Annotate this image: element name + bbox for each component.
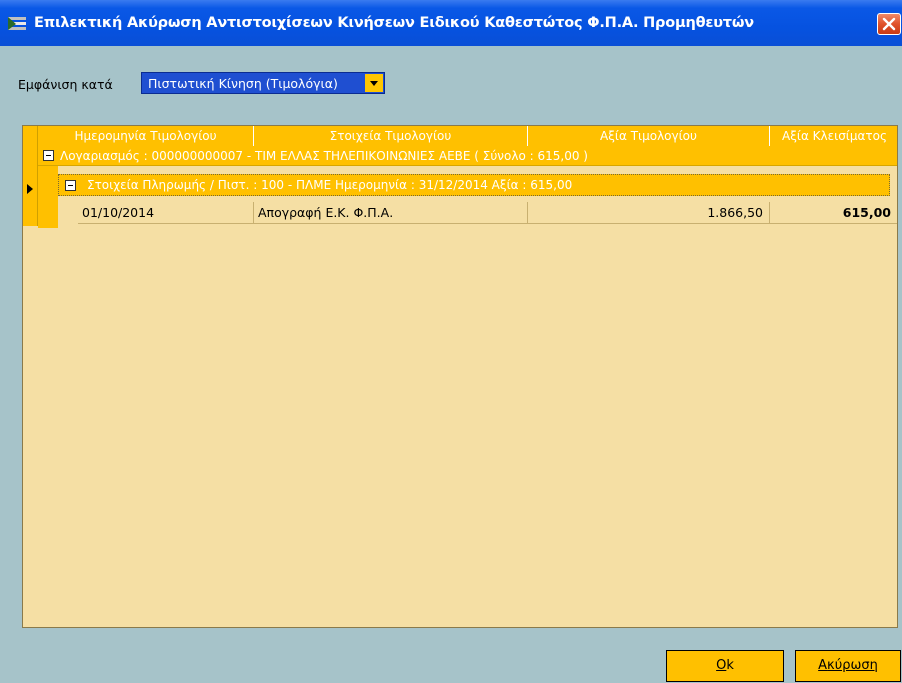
invoice-grid[interactable]: Ημερομηνία Τιμολογίου Στοιχεία Τιμολογίο… xyxy=(22,125,898,628)
column-header-closing-value[interactable]: Αξία Κλεισίματος xyxy=(770,126,897,146)
account-group-row[interactable]: Λογαριασμός : 000000000007 - ΤΙΜ ΕΛΛΑΣ Τ… xyxy=(38,146,897,166)
collapse-icon[interactable] xyxy=(43,150,54,161)
app-icon xyxy=(8,16,28,32)
window-title: Επιλεκτική Ακύρωση Αντιστοιχίσεων Κινήσε… xyxy=(34,15,754,31)
table-row[interactable]: 01/10/2014 Απογραφή Ε.Κ. Φ.Π.Α. 1.866,50… xyxy=(78,202,897,224)
row-indicator-column xyxy=(23,126,38,226)
ok-label: k xyxy=(726,658,734,673)
dialog-window: Επιλεκτική Ακύρωση Αντιστοιχίσεων Κινήσε… xyxy=(0,0,902,683)
ok-button[interactable]: Ok xyxy=(666,650,784,682)
title-bar: Επιλεκτική Ακύρωση Αντιστοιχίσεων Κινήσε… xyxy=(0,0,902,46)
cancel-label: κύρωση xyxy=(827,658,878,673)
group-indent xyxy=(38,166,58,228)
close-icon xyxy=(882,17,896,31)
view-by-value: Πιστωτική Κίνηση (Τιμολόγια) xyxy=(148,76,338,91)
collapse-icon[interactable] xyxy=(65,180,76,191)
close-button[interactable] xyxy=(877,13,901,35)
cell-invoice-date[interactable]: 01/10/2014 xyxy=(78,202,254,224)
ok-accelerator: O xyxy=(716,658,727,673)
cell-invoice-details[interactable]: Απογραφή Ε.Κ. Φ.Π.Α. xyxy=(254,202,528,224)
cancel-accelerator: Α xyxy=(818,658,828,673)
current-row-arrow-icon xyxy=(27,184,33,194)
view-by-select[interactable]: Πιστωτική Κίνηση (Τιμολόγια) xyxy=(141,72,385,94)
cancel-button[interactable]: Ακύρωση xyxy=(795,650,901,682)
column-header-invoice-date[interactable]: Ημερομηνία Τιμολογίου xyxy=(38,126,254,146)
cell-invoice-value[interactable]: 1.866,50 xyxy=(528,202,770,224)
view-by-label: Εμφάνιση κατά xyxy=(18,77,113,92)
column-header-invoice-value[interactable]: Αξία Τιμολογίου xyxy=(528,126,770,146)
payment-group-label: Στοιχεία Πληρωμής / Πιστ. : 100 - ΠΛΜΕ Η… xyxy=(87,178,573,192)
account-group-label: Λογαριασμός : 000000000007 - ΤΙΜ ΕΛΛΑΣ Τ… xyxy=(60,149,588,163)
chevron-down-icon xyxy=(370,81,378,86)
cell-closing-value[interactable]: 615,00 xyxy=(770,202,897,224)
payment-group-row[interactable]: Στοιχεία Πληρωμής / Πιστ. : 100 - ΠΛΜΕ Η… xyxy=(58,174,890,196)
column-header-invoice-details[interactable]: Στοιχεία Τιμολογίου xyxy=(254,126,528,146)
dropdown-button[interactable] xyxy=(365,74,383,92)
